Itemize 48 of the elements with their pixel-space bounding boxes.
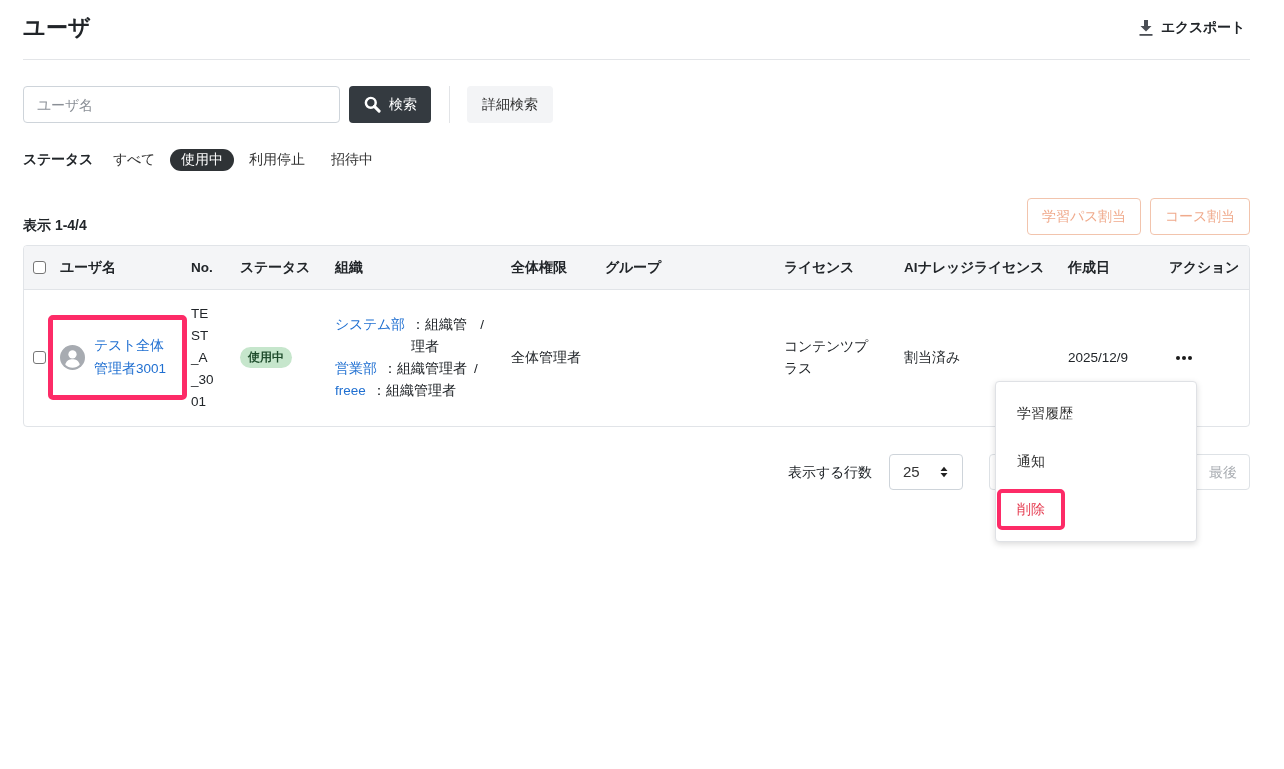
role-text: ：組織管理者 [411, 315, 468, 356]
row-checkbox[interactable] [33, 351, 46, 365]
status-filter-tab[interactable]: 招待中 [320, 149, 384, 171]
status-filter-label: ステータス [23, 150, 93, 169]
column-header: ライセンス [784, 260, 854, 276]
role-text: ：組織管理者 [383, 359, 467, 378]
column-header: No. [191, 260, 213, 276]
organization-link[interactable]: 営業部 [335, 357, 377, 380]
search-field[interactable]: ユーザ名 [23, 86, 340, 123]
avatar-icon [60, 345, 85, 371]
column-header: 全体権限 [511, 260, 567, 276]
table-cell-text: コンテンツプラス [784, 337, 870, 378]
rows-per-page-label: 表示する行数 [788, 462, 872, 482]
table-cell: 2025/12/9 [1068, 349, 1129, 365]
search-button[interactable]: 検索 [349, 86, 431, 123]
page-title: ユーザ [23, 13, 91, 42]
download-icon [1139, 19, 1153, 36]
status-filter-tab[interactable]: 利用停止 [238, 149, 316, 171]
column-header: ステータス [240, 260, 310, 276]
separator-text: / [480, 315, 484, 334]
menu-item[interactable]: 学習履歴 [997, 393, 1093, 434]
organization-link[interactable]: システム部 [335, 313, 405, 336]
status-filter-tab[interactable]: 使用中 [170, 149, 234, 171]
export-button[interactable]: エクスポート [1139, 17, 1250, 38]
result-count: 表示 1-4/4 [23, 216, 87, 235]
sort-caret-icon [940, 466, 948, 478]
status-badge: 使用中 [240, 347, 292, 369]
column-header: AIナレッジライセンス [904, 260, 1044, 276]
user-name-link[interactable]: テスト全体管理者3001 [94, 335, 170, 381]
select-all-checkbox[interactable] [33, 260, 46, 274]
column-header: 組織 [335, 260, 363, 276]
role-text: ：組織管理者 [371, 381, 456, 400]
column-header: ユーザ名 [60, 260, 116, 276]
table-cell-text: TEST_A_3001 [191, 304, 215, 411]
menu-item[interactable]: 削除 [997, 489, 1065, 530]
table-cell: 全体管理者 [511, 349, 581, 365]
column-header: 作成日 [1068, 260, 1110, 276]
advanced-search-button[interactable]: 詳細検索 [467, 86, 553, 123]
organization-link[interactable]: freee [335, 379, 366, 402]
column-header: グループ [605, 260, 661, 276]
more-icon[interactable] [1176, 355, 1192, 360]
column-header: アクション [1169, 260, 1239, 276]
search-icon [363, 96, 381, 113]
separator-text: / [474, 359, 478, 378]
status-filter-tab[interactable]: すべて [102, 149, 166, 171]
table-cell: 割当済み [904, 349, 960, 365]
rows-per-page-select[interactable]: 25 [889, 454, 963, 490]
menu-item[interactable]: 通知 [997, 441, 1065, 482]
